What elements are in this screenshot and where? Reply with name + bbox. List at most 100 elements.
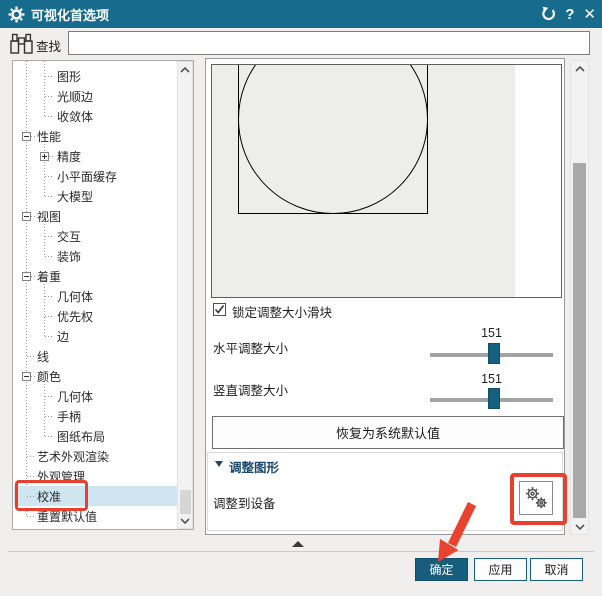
scroll-down-icon[interactable] bbox=[571, 519, 588, 534]
tree-expand-toggle[interactable] bbox=[22, 372, 31, 381]
ok-button[interactable]: 确定 bbox=[415, 558, 468, 581]
tree-connector bbox=[31, 136, 36, 137]
tree-item[interactable]: 大模型 bbox=[14, 186, 177, 206]
tree-connector bbox=[45, 396, 53, 397]
tree-item-label: 颜色 bbox=[37, 369, 62, 384]
tree-connector bbox=[31, 376, 36, 377]
tree-item[interactable]: 精度 bbox=[14, 146, 177, 166]
horizontal-resize-label: 水平调整大小 bbox=[213, 342, 289, 356]
vertical-slider-thumb[interactable] bbox=[488, 388, 500, 409]
tree-item-label: 着重 bbox=[37, 269, 62, 284]
tree-item-label: 收敛体 bbox=[57, 109, 94, 124]
tree-item[interactable]: 性能 bbox=[14, 126, 177, 146]
tree-item-label: 小平面缓存 bbox=[57, 169, 118, 184]
tree-connector bbox=[31, 216, 36, 217]
tree-expand-toggle[interactable] bbox=[40, 152, 49, 161]
tree-item[interactable]: 图形 bbox=[14, 66, 177, 86]
annotation-box-calibration bbox=[15, 480, 88, 511]
binoculars-icon bbox=[9, 32, 34, 56]
restore-defaults-button[interactable]: 恢复为系统默认值 bbox=[212, 416, 564, 449]
tree-item-label: 性能 bbox=[37, 129, 62, 144]
collapse-dialog-icon[interactable] bbox=[292, 541, 304, 547]
dialog-title: 可视化首选项 bbox=[31, 7, 110, 23]
search-input[interactable] bbox=[68, 31, 590, 55]
scrollbar-thumb[interactable] bbox=[180, 490, 191, 514]
help-icon[interactable]: ? bbox=[565, 7, 574, 22]
tree-expand-toggle[interactable] bbox=[22, 132, 31, 141]
tree-item[interactable]: 视图 bbox=[14, 206, 177, 226]
tree-item[interactable]: 几何体 bbox=[14, 286, 177, 306]
checkmark-icon bbox=[214, 305, 225, 314]
vertical-resize-value: 151 bbox=[481, 372, 502, 386]
tree-connector bbox=[45, 416, 53, 417]
tree-item-label: 精度 bbox=[57, 149, 82, 164]
vertical-resize-label: 竖直调整大小 bbox=[213, 384, 289, 398]
scroll-down-icon[interactable] bbox=[178, 513, 192, 528]
tree-expand-toggle[interactable] bbox=[22, 272, 31, 281]
tree-connector bbox=[45, 196, 53, 197]
tree-item[interactable]: 收敛体 bbox=[14, 106, 177, 126]
tree-item-label: 边 bbox=[57, 329, 70, 344]
tree-connector bbox=[45, 296, 53, 297]
tree-item-label: 图形 bbox=[57, 69, 82, 84]
tree-scrollbar[interactable] bbox=[177, 61, 193, 529]
tree-item-label: 光顺边 bbox=[57, 89, 94, 104]
lock-sliders-label: 锁定调整大小滑块 bbox=[232, 306, 333, 320]
tree-item-label: 优先权 bbox=[57, 309, 94, 324]
tree-connector bbox=[45, 116, 53, 117]
content-scrollbar[interactable] bbox=[570, 60, 589, 535]
tree-connector bbox=[45, 96, 53, 97]
tree-item-label: 几何体 bbox=[57, 289, 94, 304]
tree-item[interactable]: 图纸布局 bbox=[14, 426, 177, 446]
tree-item[interactable]: 颜色 bbox=[14, 366, 177, 386]
scrollbar-thumb[interactable] bbox=[573, 163, 586, 518]
tree-connector bbox=[45, 176, 53, 177]
tree-connector bbox=[45, 436, 53, 437]
cancel-button[interactable]: 取消 bbox=[530, 558, 583, 581]
reset-icon[interactable] bbox=[540, 6, 556, 22]
tree-item-label: 交互 bbox=[57, 229, 82, 244]
tree-expand-toggle[interactable] bbox=[22, 212, 31, 221]
tree-item[interactable]: 装饰 bbox=[14, 246, 177, 266]
collapse-group-icon[interactable] bbox=[215, 461, 223, 467]
tree-connector bbox=[31, 276, 36, 277]
tree-connector bbox=[45, 76, 53, 77]
tree-item[interactable]: 手柄 bbox=[14, 406, 177, 426]
tree-item[interactable]: 小平面缓存 bbox=[14, 166, 177, 186]
lock-sliders-checkbox[interactable] bbox=[213, 303, 226, 316]
tree-item-label: 艺术外观渲染 bbox=[37, 449, 110, 464]
horizontal-resize-value: 151 bbox=[481, 326, 502, 340]
tree-item[interactable]: 优先权 bbox=[14, 306, 177, 326]
tree-connector bbox=[45, 316, 53, 317]
close-icon[interactable]: ✕ bbox=[583, 7, 596, 22]
tree-item[interactable]: 几何体 bbox=[14, 386, 177, 406]
tree-item[interactable]: 光顺边 bbox=[14, 86, 177, 106]
tree-item[interactable]: 交互 bbox=[14, 226, 177, 246]
tree-connector bbox=[45, 256, 53, 257]
tree-item[interactable]: 线 bbox=[14, 346, 177, 366]
adjust-graphics-title: 调整图形 bbox=[229, 461, 280, 475]
tree-item[interactable]: 边 bbox=[14, 326, 177, 346]
tree-connector bbox=[45, 236, 53, 237]
tree-item-label: 装饰 bbox=[57, 249, 82, 264]
tree-item[interactable]: 着重 bbox=[14, 266, 177, 286]
apply-button[interactable]: 应用 bbox=[474, 558, 527, 581]
scroll-up-icon[interactable] bbox=[178, 62, 192, 77]
tree-item[interactable]: 艺术外观渲染 bbox=[14, 446, 177, 466]
tree-item-label: 手柄 bbox=[57, 409, 82, 424]
tree-item-label: 视图 bbox=[37, 209, 62, 224]
horizontal-slider-thumb[interactable] bbox=[488, 343, 500, 364]
tree-item-label: 大模型 bbox=[57, 189, 94, 204]
calibration-preview bbox=[211, 64, 562, 298]
tree-connector bbox=[27, 476, 35, 477]
title-bar: 可视化首选项 ? ✕ bbox=[0, 0, 602, 28]
tree-connector bbox=[45, 336, 53, 337]
tree-connector bbox=[49, 156, 54, 157]
tree-connector bbox=[27, 456, 35, 457]
visualization-preferences-dialog: { "window": { "title": "可视化首选项", "help_g… bbox=[0, 0, 602, 596]
tree-connector bbox=[27, 516, 35, 517]
find-label: 查找 bbox=[36, 40, 62, 54]
adjust-to-device-label: 调整到设备 bbox=[213, 497, 276, 511]
scroll-up-icon[interactable] bbox=[571, 61, 588, 76]
gear-icon bbox=[8, 6, 25, 23]
